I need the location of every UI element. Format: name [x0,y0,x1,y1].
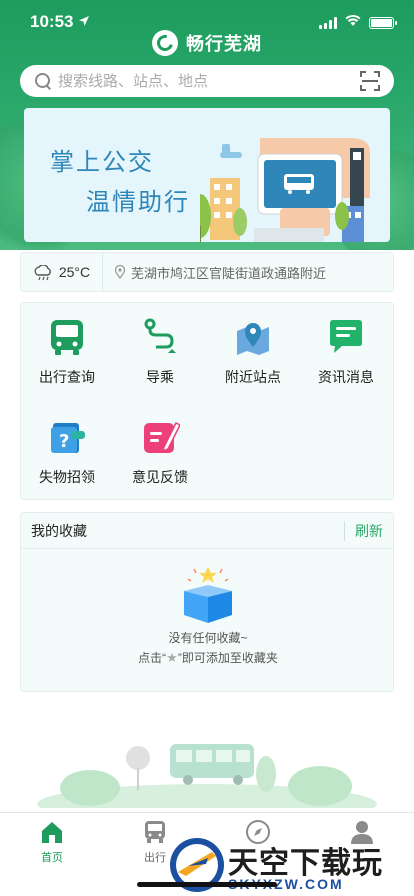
svg-text:?: ? [59,431,69,452]
location-section[interactable]: 芜湖市鸠江区官陡街道政通路附近 [103,263,326,282]
home-icon [39,819,65,845]
cloud-rain-icon [33,264,53,281]
scan-icon[interactable] [360,71,380,91]
weather-section: 25°C [21,253,103,291]
grid-item-lost-found[interactable]: ? 失物招领 [21,403,113,485]
grid-item-nearby-stops[interactable]: 附近站点 [207,303,299,385]
search-input[interactable] [58,72,360,90]
search-icon [34,72,52,90]
location-pin-icon [114,264,126,280]
empty-message: 没有任何收藏~ [168,631,248,645]
app-title-row: 畅行芜湖 [0,28,414,58]
app-title: 畅行芜湖 [186,34,262,54]
tab-label: 首页 [41,852,63,864]
refresh-button[interactable]: 刷新 [344,520,383,541]
grid-item-label: 失物招领 [39,469,95,485]
search-bar[interactable] [20,65,394,97]
tab-label: 出行 [144,852,166,864]
grid-item-travel-query[interactable]: 出行查询 [21,303,113,385]
grid-item-label: 意见反馈 [132,469,188,485]
banner-line-1: 掌上公交 [50,149,154,176]
route-icon [140,317,180,357]
empty-box-icon [184,567,232,623]
promo-banner[interactable]: 掌上公交 温情助行 [24,108,390,242]
weather-location-card: 25°C 芜湖市鸠江区官陡街道政通路附近 [20,252,394,292]
grid-item-news[interactable]: 资讯消息 [300,303,392,385]
app-logo-icon [152,30,178,56]
feature-grid: 出行查询 导乘 附近站点 资讯消息 ? 失物招领 意见反馈 [20,302,394,500]
banner-illustration [200,138,370,242]
grid-item-label: 出行查询 [39,369,95,385]
grid-item-label: 附近站点 [225,369,281,385]
favorites-header: 我的收藏 刷新 [21,513,393,549]
bus-scene-illustration [37,744,377,808]
favorites-card: 我的收藏 刷新 没有任何收藏~ 点击“★”即可添加至收藏夹 [20,512,394,692]
site-watermark: 天空下载玩 SKYXZW.COM [168,836,414,896]
feedback-icon [140,417,182,457]
home-indicator [137,882,277,887]
grid-item-feedback[interactable]: 意见反馈 [114,403,206,485]
app-header: 10:53 畅行芜湖 掌上公交 温情助行 [0,0,414,250]
grid-item-label: 资讯消息 [318,369,374,385]
temperature: 25°C [58,264,91,280]
lost-found-icon: ? [47,417,87,457]
bus-icon [47,317,87,357]
tab-home[interactable]: 首页 [22,819,82,865]
star-icon: ★ [166,650,178,665]
empty-hint-suffix: ”即可添加至收藏夹 [177,651,278,665]
banner-line-2: 温情助行 [86,189,190,216]
empty-hint-prefix: 点击“ [138,651,167,665]
grid-item-guide[interactable]: 导乘 [114,303,206,385]
favorites-title: 我的收藏 [31,522,87,539]
current-address: 芜湖市鸠江区官陡街道政通路附近 [131,265,327,281]
empty-hint: 点击“★”即可添加至收藏夹 [21,649,395,666]
map-pin-icon [233,317,273,357]
bus-icon [142,819,168,845]
grid-item-label: 导乘 [146,369,174,385]
message-icon [326,317,366,357]
